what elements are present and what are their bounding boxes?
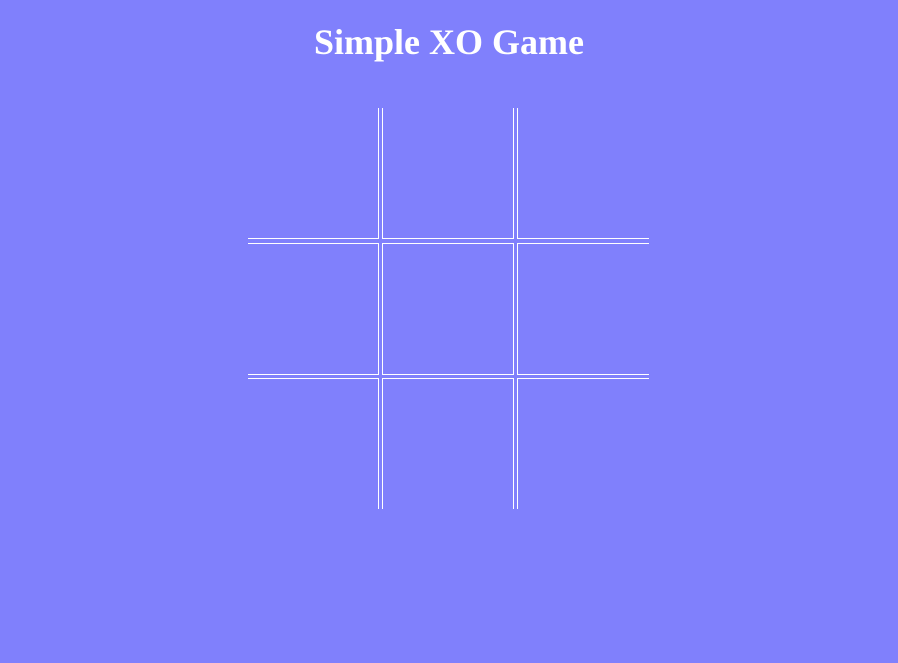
- board-cell-5[interactable]: [382, 243, 514, 375]
- board-cell-6[interactable]: [517, 243, 649, 375]
- board-cell-9[interactable]: [517, 378, 649, 509]
- board-cell-4[interactable]: [248, 243, 379, 375]
- cell-mark: [383, 379, 513, 509]
- cell-mark: [248, 379, 378, 509]
- board-cell-2[interactable]: [382, 108, 514, 239]
- cell-mark: [383, 108, 513, 238]
- cell-mark: [518, 244, 649, 374]
- cell-mark: [248, 244, 378, 374]
- cell-mark: [383, 244, 513, 374]
- game-board: [248, 108, 649, 509]
- cell-mark: [518, 108, 649, 238]
- page-title: Simple XO Game: [314, 22, 584, 62]
- board-cell-8[interactable]: [382, 378, 514, 509]
- cell-mark: [248, 108, 378, 238]
- cell-mark: [518, 379, 649, 509]
- board-cell-1[interactable]: [248, 108, 379, 239]
- board-cell-3[interactable]: [517, 108, 649, 239]
- board-cell-7[interactable]: [248, 378, 379, 509]
